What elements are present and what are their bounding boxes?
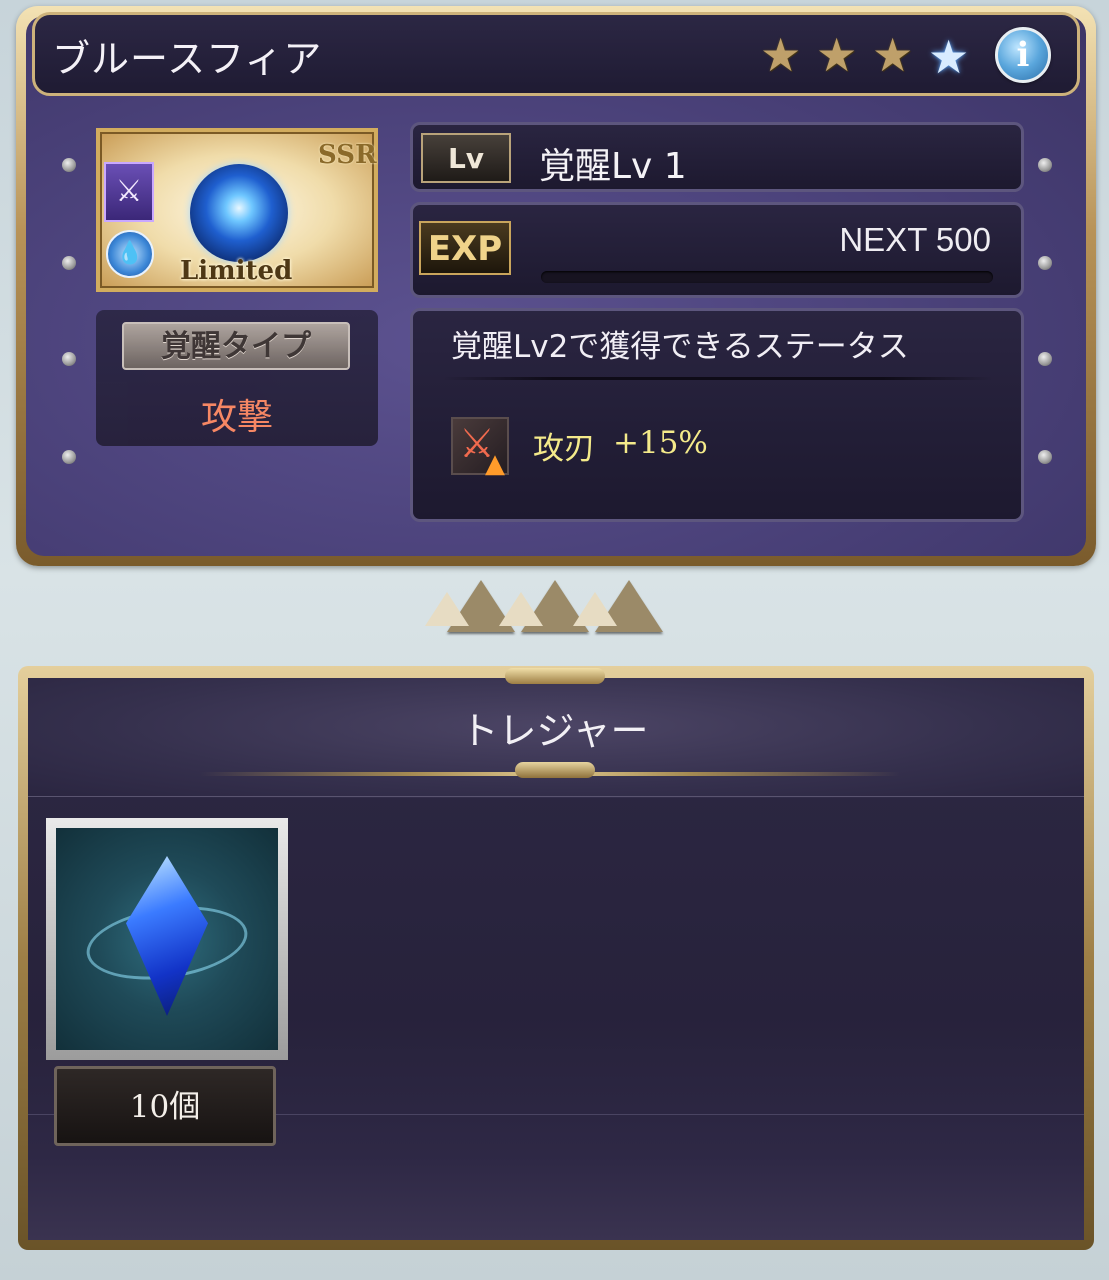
ornament-top — [505, 668, 605, 684]
awakening-level: 覚醒Lv 1 — [539, 146, 687, 187]
pyramid-highlight — [499, 592, 543, 626]
rivet — [1038, 450, 1052, 464]
lv-tag: Lv — [421, 133, 511, 183]
blue-sphere-image — [190, 164, 288, 262]
rivet — [1038, 256, 1052, 270]
divider — [28, 796, 1084, 797]
treasure-item[interactable] — [46, 818, 288, 1060]
awakening-level-row: Lv 覚醒Lv 1 — [410, 122, 1024, 192]
limited-label: Limited — [180, 256, 293, 286]
star-gold-icon: ★ — [872, 28, 914, 82]
rarity-badge: SSR — [318, 140, 377, 170]
awakening-type-box: 覚醒タイプ 攻撃 — [96, 310, 378, 446]
next-status-box: 覚醒Lv2で獲得できるステータス ⚔ ▲ 攻刃 +15% — [410, 308, 1024, 522]
item-count-box: 10個 — [54, 1066, 276, 1146]
pyramid-highlight — [573, 592, 617, 626]
star-blue-icon: ★ — [928, 30, 970, 84]
star-gold-icon: ★ — [760, 28, 802, 82]
awakening-type-label: 覚醒タイプ — [122, 322, 350, 370]
water-element-icon: 💧 — [106, 230, 154, 278]
divider — [443, 377, 993, 380]
item-count: 10個 — [129, 1089, 201, 1125]
rivet — [62, 450, 76, 464]
info-button[interactable]: i — [995, 27, 1051, 83]
treasure-title: トレジャー — [460, 709, 649, 753]
rivet — [1038, 158, 1052, 172]
summon-portrait[interactable]: ⚔ 💧 SSR Limited — [96, 128, 378, 292]
rivet — [62, 352, 76, 366]
summon-name: ブルースフィア — [52, 37, 323, 81]
exp-tag: EXP — [419, 221, 511, 275]
rivet — [1038, 352, 1052, 366]
exp-progress-bar — [541, 271, 993, 283]
rivet — [62, 158, 76, 172]
exp-row: EXP NEXT 500 — [410, 202, 1024, 298]
rivet — [62, 256, 76, 270]
attack-blade-up-icon: ⚔ ▲ — [451, 417, 509, 479]
arrow-down-indicator — [573, 580, 663, 632]
next-status-title: 覚醒Lv2で獲得できるステータス — [451, 329, 909, 365]
info-icon: i — [1016, 35, 1030, 75]
pyramid-highlight — [425, 592, 469, 626]
crossed-swords-icon: ⚔ — [104, 162, 154, 222]
crystal-shape — [126, 856, 208, 1016]
awakening-type-value: 攻撃 — [200, 397, 273, 438]
status-name: 攻刃 — [533, 431, 595, 467]
blue-crystal-icon — [56, 828, 278, 1050]
status-value: +15% — [613, 425, 708, 461]
ornament-center — [515, 762, 595, 778]
exp-next: NEXT 500 — [839, 221, 991, 258]
arrow-up-icon: ▲ — [485, 449, 505, 479]
star-gold-icon: ★ — [816, 28, 858, 82]
